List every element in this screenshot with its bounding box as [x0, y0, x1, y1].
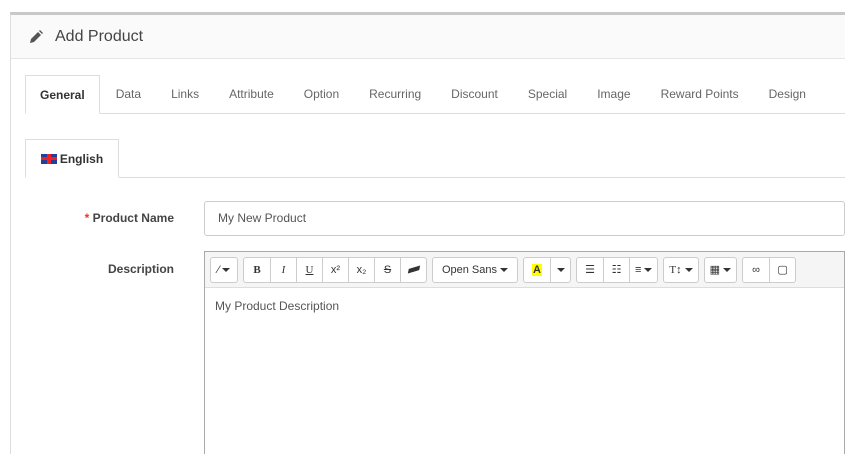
tab-discount[interactable]: Discount: [437, 75, 512, 113]
link-icon: ∞: [752, 263, 760, 276]
tab-language-english[interactable]: English: [25, 139, 119, 178]
uk-flag-icon: [40, 153, 57, 164]
text-color-button[interactable]: A: [524, 258, 550, 282]
font-size-icon: T↕: [669, 263, 682, 276]
tab-data[interactable]: Data: [102, 75, 155, 113]
editor-content[interactable]: My Product Description: [205, 288, 844, 324]
panel-heading: Add Product: [11, 15, 845, 59]
tab-option[interactable]: Option: [290, 75, 353, 113]
editor-toolbar: ⁄ B I U x² x₂ S Open Sans A ☰ ☷ ≡ T↕ ▦ ∞…: [205, 252, 844, 288]
tab-image[interactable]: Image: [583, 75, 644, 113]
unordered-list-button[interactable]: ☰: [577, 258, 603, 282]
tab-attribute[interactable]: Attribute: [215, 75, 288, 113]
magic-wand-icon: ⁄: [217, 263, 220, 276]
product-tabs: General Data Links Attribute Option Recu…: [25, 75, 845, 114]
eraser-icon: [407, 265, 420, 274]
tab-special[interactable]: Special: [514, 75, 581, 113]
italic-button[interactable]: I: [270, 257, 296, 282]
product-name-label-text: Product Name: [92, 211, 174, 225]
description-editor: ⁄ B I U x² x₂ S Open Sans A ☰ ☷ ≡ T↕ ▦ ∞…: [204, 251, 845, 454]
tab-reward-points[interactable]: Reward Points: [647, 75, 753, 113]
product-name-label: * Product Name: [85, 211, 174, 225]
tab-design[interactable]: Design: [755, 75, 820, 113]
align-left-icon: ≡: [635, 263, 642, 276]
language-tabs: English: [25, 139, 845, 178]
ordered-list-button[interactable]: ☷: [603, 257, 629, 282]
subscript-button[interactable]: x₂: [348, 257, 374, 282]
list-ul-icon: ☰: [585, 264, 595, 276]
tab-recurring[interactable]: Recurring: [355, 75, 435, 113]
list-ol-icon: ☷: [611, 264, 622, 276]
color-a-icon: A: [532, 263, 542, 276]
required-marker: *: [84, 211, 90, 225]
page-title: Add Product: [55, 27, 144, 45]
picture-button[interactable]: ▢: [769, 257, 795, 282]
color-dropdown[interactable]: [550, 257, 570, 282]
product-name-input[interactable]: My New Product: [204, 201, 845, 236]
table-icon: ▦: [709, 264, 721, 276]
eraser-button[interactable]: [400, 257, 426, 282]
style-button[interactable]: ⁄: [211, 258, 237, 282]
description-label: Description: [107, 262, 174, 276]
font-family-dropdown[interactable]: Open Sans: [433, 258, 517, 282]
paragraph-align-dropdown[interactable]: ≡: [629, 257, 657, 282]
pencil-icon: [30, 29, 43, 43]
language-label: English: [59, 151, 104, 166]
table-dropdown[interactable]: ▦: [705, 258, 736, 282]
font-name: Open Sans: [441, 263, 498, 276]
link-button[interactable]: ∞: [743, 258, 769, 282]
superscript-button[interactable]: x²: [322, 257, 348, 282]
tab-links[interactable]: Links: [157, 75, 213, 113]
strikethrough-button[interactable]: S: [374, 257, 400, 282]
underline-button[interactable]: U: [296, 257, 322, 282]
picture-icon: ▢: [777, 264, 788, 276]
tab-general[interactable]: General: [25, 75, 100, 114]
bold-button[interactable]: B: [244, 258, 270, 282]
font-size-dropdown[interactable]: T↕: [664, 258, 697, 282]
